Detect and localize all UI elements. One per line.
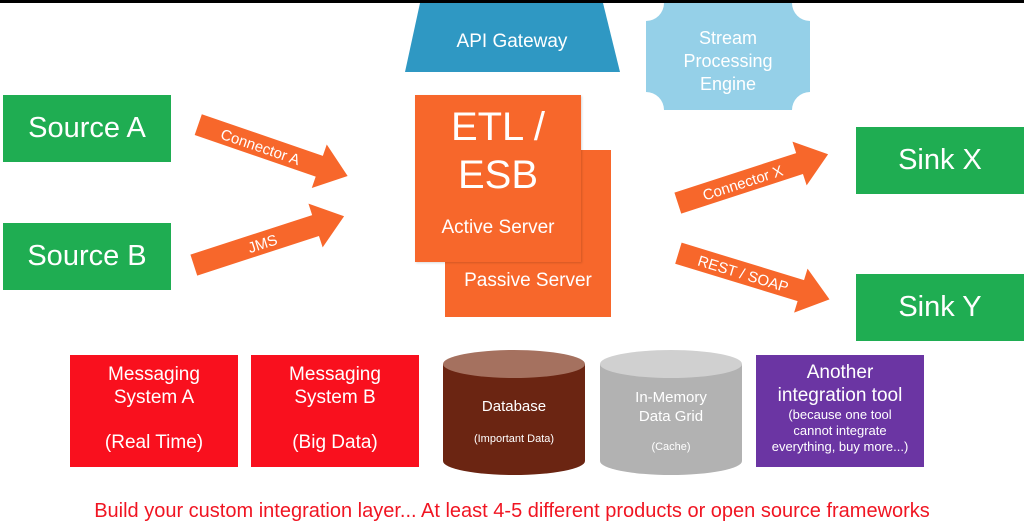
messaging-system-b-node[interactable]: Messaging System B (Big Data)	[251, 355, 419, 467]
database-cylinder-body	[443, 364, 585, 475]
database-note: (Important Data)	[474, 433, 554, 445]
messaging-b-line-1: Messaging	[289, 364, 381, 385]
rest-soap-arrow[interactable]: REST / SOAP	[672, 231, 837, 321]
database-title: Database	[482, 398, 546, 415]
another-tool-note-1: (because one tool	[788, 407, 892, 422]
connector-a-arrow[interactable]: Connector A	[191, 103, 355, 198]
another-integration-tool-node[interactable]: Another integration tool (because one to…	[756, 355, 924, 467]
active-server-label: Active Server	[441, 217, 555, 238]
etl-title-line-2: ESB	[457, 153, 539, 197]
passive-server-label: Passive Server	[464, 270, 592, 291]
footer-caption: Build your custom integration layer... A…	[94, 500, 930, 522]
database-cylinder-top	[443, 350, 585, 378]
in-memory-data-grid-node[interactable]: In-Memory Data Grid (Cache)	[597, 346, 747, 480]
etl-esb-active-node[interactable]: ETL / ESB Active Server	[415, 95, 581, 262]
messaging-system-a-node[interactable]: Messaging System A (Real Time)	[70, 355, 238, 467]
messaging-b-note: (Big Data)	[292, 432, 378, 453]
data-grid-cylinder-top	[600, 350, 742, 378]
data-grid-line-2: Data Grid	[639, 408, 703, 425]
messaging-b-line-2: System B	[294, 387, 376, 408]
another-tool-note-2: cannot integrate	[793, 423, 887, 438]
another-tool-line-2: integration tool	[777, 385, 903, 406]
messaging-a-note: (Real Time)	[104, 432, 204, 453]
data-grid-note: (Cache)	[651, 441, 690, 453]
another-tool-note-3: everything, buy more...)	[771, 439, 909, 454]
database-node[interactable]: Database (Important Data)	[440, 346, 590, 480]
etl-title-line-1: ETL /	[450, 105, 546, 149]
connector-x-arrow[interactable]: Connector X	[671, 132, 835, 225]
another-tool-line-1: Another	[806, 362, 874, 383]
messaging-a-line-1: Messaging	[108, 364, 200, 385]
jms-arrow[interactable]: JMS	[187, 194, 351, 287]
data-grid-line-1: In-Memory	[635, 389, 707, 406]
messaging-a-line-2: System A	[113, 387, 195, 408]
